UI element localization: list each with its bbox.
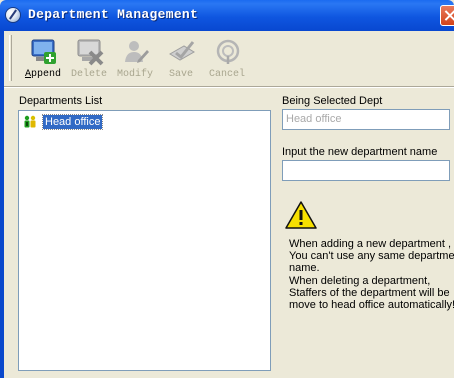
app-icon [5,7,21,23]
close-button[interactable] [440,5,454,26]
save-icon [169,41,195,61]
group-icon [24,115,36,128]
append-icon [31,39,56,64]
toolbar-separator [4,86,454,88]
notice-line: move to head office automatically! [289,299,454,312]
tree-item-label: Head office [41,114,104,130]
departments-list-label: Departments List [19,95,103,107]
title-bar: Department Management [0,0,454,31]
new-dept-input[interactable] [282,160,450,181]
cancel-icon [216,39,240,64]
delete-button[interactable]: Delete [68,38,110,86]
save-button[interactable]: Save [160,38,202,86]
new-dept-label: Input the new department name [282,146,438,158]
notice-line: Staffers of the department will be [289,286,450,299]
save-label: Save [168,69,193,80]
departments-tree[interactable]: Head office [18,110,271,371]
window-frame [0,31,4,378]
append-button[interactable]: Append [22,38,64,86]
selected-dept-field: Head office [282,109,450,130]
warning-icon [285,201,317,229]
append-label: Append [24,69,62,80]
delete-label: Delete [70,69,107,80]
notice-line: name. [289,262,320,275]
toolbar-grip [9,35,12,81]
notice-text: When adding a new department , You can't… [289,238,454,311]
window-title: Department Management [28,7,199,22]
notice-line: When adding a new department , [289,238,452,250]
modify-button[interactable]: Modify [114,38,156,86]
modify-label: Modify [116,69,153,80]
notice-line: When deleting a department, [289,274,431,287]
modify-icon [125,41,149,63]
notice-line: You can't use any same departmen [289,250,454,263]
cancel-label: Cancel [208,69,245,80]
delete-icon [77,39,104,66]
selected-dept-label: Being Selected Dept [282,95,383,107]
cancel-button[interactable]: Cancel [206,38,248,86]
